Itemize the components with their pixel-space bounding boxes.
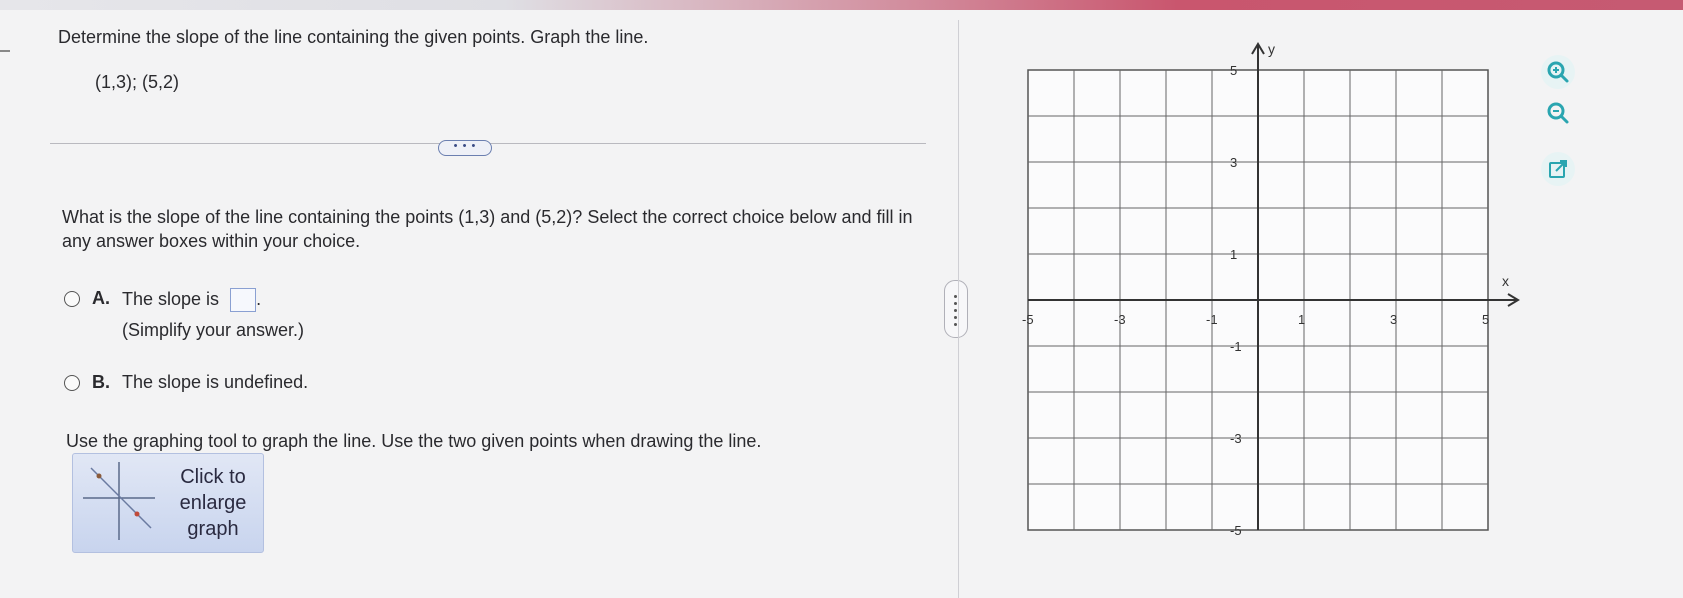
- left-edge-mark: [0, 50, 10, 52]
- graph-instructions: Use the graphing tool to graph the line.…: [66, 431, 762, 451]
- y-tick-label: 5: [1230, 63, 1237, 78]
- external-link-icon: [1549, 160, 1567, 178]
- choice-a-radio[interactable]: [64, 291, 80, 307]
- enlarge-graph-button[interactable]: Click to enlarge graph: [72, 453, 264, 553]
- choice-a-letter: A.: [92, 288, 110, 308]
- y-axis-label: y: [1268, 41, 1275, 57]
- slope-answer-box[interactable]: [230, 288, 257, 312]
- mini-graph-icon: [83, 462, 155, 540]
- question-title: Determine the slope of the line containi…: [58, 27, 649, 47]
- y-tick-label: 1: [1230, 247, 1237, 262]
- x-axis-label: x: [1502, 273, 1509, 289]
- y-tick-label: -3: [1230, 431, 1242, 446]
- given-points: (1,3); (5,2): [95, 72, 180, 92]
- y-tick-label: 3: [1230, 155, 1237, 170]
- x-tick-label: -3: [1114, 312, 1126, 327]
- zoom-in-icon: [1547, 61, 1569, 83]
- open-external-button[interactable]: [1541, 152, 1575, 186]
- coordinate-graph[interactable]: x y -5 -3 -1 1 3 5 5 3 1 -1 -3 -5: [1020, 40, 1520, 560]
- zoom-in-button[interactable]: [1541, 55, 1575, 89]
- x-tick-label: -5: [1022, 312, 1034, 327]
- expand-more-button[interactable]: • • •: [438, 140, 492, 156]
- top-bar: [0, 0, 1683, 10]
- x-tick-label: 5: [1482, 312, 1489, 327]
- question-prompt: What is the slope of the line containing…: [62, 207, 913, 251]
- choice-a-note: (Simplify your answer.): [122, 320, 305, 340]
- panel-divider: [958, 20, 959, 598]
- zoom-out-icon: [1547, 102, 1569, 124]
- enlarge-graph-label: Click to enlarge graph: [179, 466, 247, 540]
- x-tick-label: 3: [1390, 312, 1397, 327]
- choice-b-text: The slope is undefined.: [122, 372, 309, 392]
- choice-b-radio[interactable]: [64, 375, 80, 391]
- x-tick-label: -1: [1206, 312, 1218, 327]
- y-tick-label: -1: [1230, 339, 1242, 354]
- panel-resize-handle[interactable]: [944, 280, 968, 338]
- choice-b[interactable]: B. The slope is undefined.: [64, 372, 308, 393]
- choice-a[interactable]: A. The slope is . (Simplify your answer.…: [64, 288, 304, 341]
- y-tick-label: -5: [1230, 523, 1242, 538]
- choice-b-letter: B.: [92, 372, 110, 392]
- choice-a-text: The slope is: [122, 288, 220, 309]
- zoom-out-button[interactable]: [1541, 96, 1575, 130]
- x-tick-label: 1: [1298, 312, 1305, 327]
- answer-period: .: [256, 288, 262, 309]
